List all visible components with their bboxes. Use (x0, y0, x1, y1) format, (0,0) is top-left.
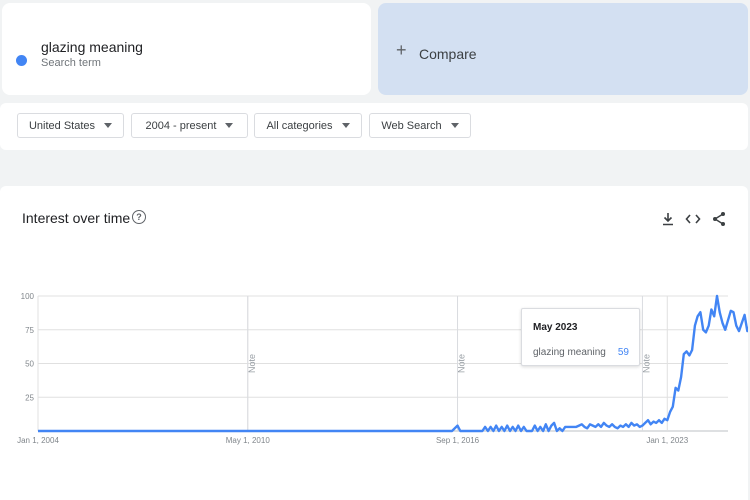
time-range-dropdown-label: 2004 - present (145, 119, 217, 132)
search-term-label[interactable]: glazing meaning (41, 39, 143, 55)
chevron-down-icon (341, 123, 350, 128)
y-tick-label: 100 (21, 292, 35, 301)
y-tick-label: 50 (25, 360, 34, 369)
chevron-down-icon (450, 123, 459, 128)
category-dropdown-label: All categories (266, 119, 333, 132)
time-range-dropdown[interactable]: 2004 - present (131, 113, 248, 138)
y-tick-label: 25 (25, 393, 34, 402)
search-type-dropdown[interactable]: Web Search (369, 113, 471, 138)
compare-label: Compare (419, 46, 477, 62)
tooltip-value: 59 (617, 347, 629, 358)
tooltip-date: May 2023 (533, 322, 578, 333)
series-color-dot (16, 55, 27, 66)
x-tick-label: Sep 1, 2016 (436, 436, 480, 445)
search-type-dropdown-label: Web Search (381, 119, 442, 132)
interest-over-time-card: Interest over time ? Note Note Note 25 50 75… (0, 186, 748, 500)
y-tick-label: 75 (25, 326, 34, 335)
chevron-down-icon (225, 123, 234, 128)
search-term-card[interactable]: glazing meaning Search term (2, 3, 371, 95)
region-dropdown[interactable]: United States (17, 113, 124, 138)
category-dropdown[interactable]: All categories (254, 113, 362, 138)
compare-button[interactable]: + Compare (378, 3, 748, 95)
note-label: Note (641, 354, 651, 373)
x-tick-label: Jan 1, 2023 (646, 436, 688, 445)
filter-bar: United States 2004 - present All categor… (0, 103, 748, 150)
search-term-sublabel: Search term (41, 57, 101, 69)
x-tick-label: May 1, 2010 (226, 436, 271, 445)
plus-icon: + (396, 40, 407, 60)
note-label: Note (247, 354, 257, 373)
x-tick-label: Jan 1, 2004 (17, 436, 59, 445)
chevron-down-icon (104, 123, 113, 128)
data-tooltip: May 2023 glazing meaning 59 (521, 308, 640, 366)
note-label: Note (457, 354, 467, 373)
region-dropdown-label: United States (28, 119, 96, 132)
tooltip-term: glazing meaning (533, 347, 606, 358)
